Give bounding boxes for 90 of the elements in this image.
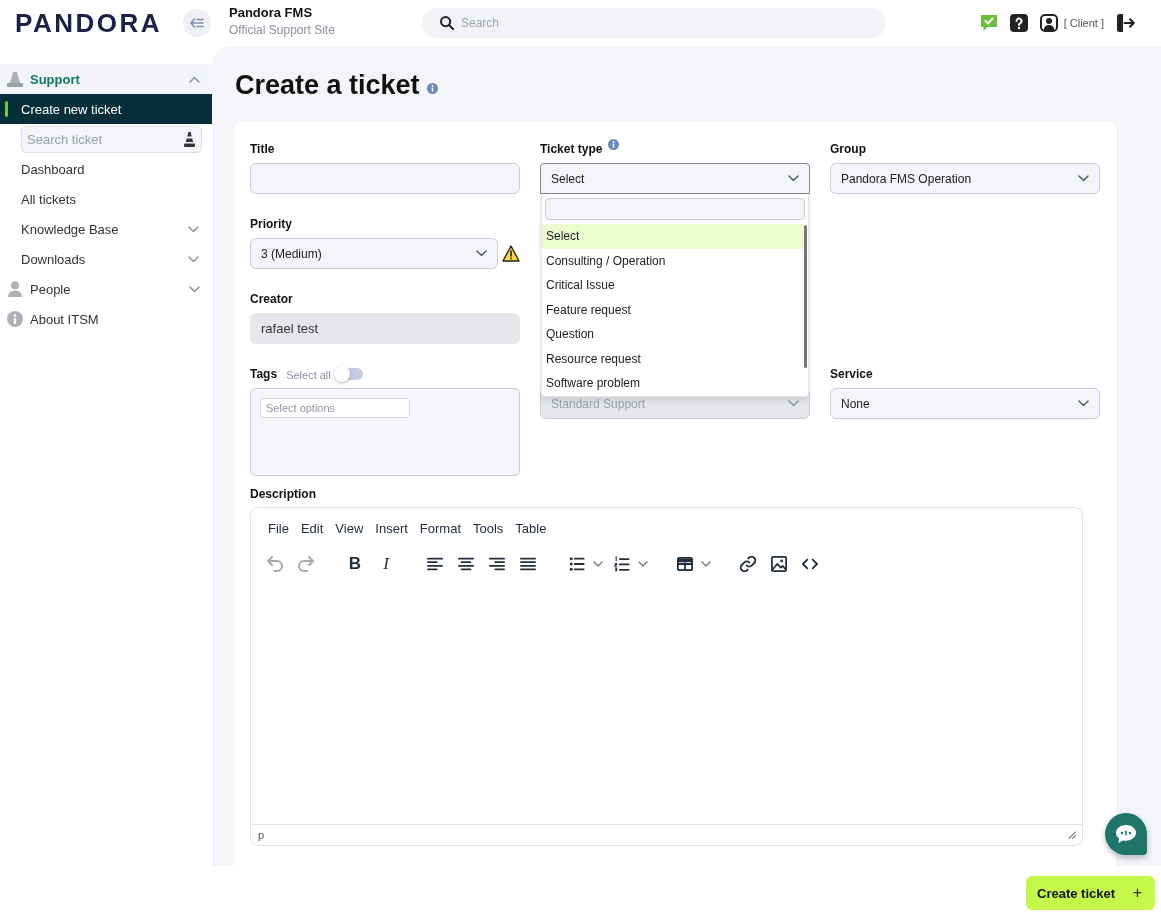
caret-icon	[701, 561, 711, 567]
info-icon[interactable]	[608, 139, 620, 150]
justify-icon	[520, 556, 536, 572]
person-icon	[7, 281, 23, 297]
align-left-icon	[427, 556, 443, 572]
caret-icon	[638, 561, 648, 567]
align-center-icon	[458, 556, 474, 572]
select-field[interactable]: Select	[540, 163, 810, 194]
code-icon	[802, 556, 818, 572]
help-icon[interactable]	[1009, 14, 1028, 32]
site-subtitle: Official Support Site	[229, 22, 335, 39]
dropdown-option[interactable]: Critical Issue	[542, 273, 804, 298]
field-label: Tags	[250, 366, 278, 381]
info-icon[interactable]	[426, 82, 438, 94]
field-label: Group	[830, 141, 866, 156]
chevron-icon	[476, 250, 487, 257]
cone-icon	[7, 71, 23, 87]
link-icon	[740, 556, 756, 572]
dropdown-option[interactable]: Feature request	[542, 297, 804, 322]
field-label: Service	[830, 366, 873, 381]
chevron-icon	[1078, 400, 1089, 407]
scrollbar-thumb[interactable]	[804, 225, 807, 368]
field-label: Description	[250, 486, 316, 501]
menu-item[interactable]: Tools	[467, 517, 510, 539]
collapse-sidebar-button[interactable]	[183, 9, 211, 37]
dropdown-option[interactable]: Question	[542, 322, 804, 347]
search-ticket-bar[interactable]: Search ticket	[21, 125, 202, 153]
align-right-icon	[489, 556, 505, 572]
resize-handle-icon[interactable]	[1068, 831, 1076, 839]
menu-item[interactable]: Table	[509, 517, 553, 539]
bullet-list-icon	[569, 556, 585, 572]
dropdown-search-field[interactable]	[545, 198, 805, 220]
menu-item[interactable]: File	[262, 517, 295, 539]
chat-button[interactable]	[1105, 813, 1147, 855]
user-icon[interactable]	[1039, 14, 1058, 32]
sidebar-section[interactable]: About ITSM	[0, 304, 212, 334]
field-label: Priority	[250, 216, 292, 231]
menu-item[interactable]: Insert	[369, 517, 414, 539]
caret-icon	[593, 561, 603, 567]
logo: PANDORA	[15, 8, 163, 38]
sidebar-item[interactable]: Knowledge Base	[0, 214, 212, 244]
search-ticket-input[interactable]: Search ticket	[27, 131, 184, 147]
create-ticket-button[interactable]: Create ticket +	[1026, 876, 1155, 910]
sidebar-section[interactable]: People	[0, 274, 212, 304]
field-label: Creator	[250, 291, 293, 306]
text-field[interactable]	[250, 163, 520, 194]
chat-bubble-icon	[1116, 825, 1136, 843]
sidebar-item[interactable]: All tickets	[0, 184, 212, 214]
account-role-link[interactable]: [ Client ]	[1063, 17, 1104, 29]
dropdown-option[interactable]: Resource request	[542, 346, 804, 371]
select-field[interactable]: Pandora FMS Operation	[830, 163, 1100, 194]
italic-button[interactable]: I	[371, 549, 401, 579]
menu-item[interactable]: Edit	[294, 517, 330, 539]
sidebar-item[interactable]: Create new ticket	[0, 94, 212, 124]
chevron-icon	[788, 175, 799, 182]
search-input[interactable]: Search	[461, 16, 661, 30]
select-all-label: Select all	[286, 369, 331, 381]
cone-icon	[184, 131, 195, 147]
select-field[interactable]: None	[830, 388, 1100, 419]
collapse-icon	[190, 18, 204, 28]
sidebar-section[interactable]: Support	[0, 64, 212, 94]
menu-item[interactable]: View	[329, 517, 370, 539]
message-check-icon[interactable]	[979, 14, 998, 32]
tags-field[interactable]: Select options	[250, 388, 520, 476]
field-label: Ticket type	[540, 141, 603, 156]
search-icon	[440, 16, 454, 30]
image-icon	[771, 556, 787, 572]
chevron-icon	[788, 400, 799, 407]
toggle-switch[interactable]	[333, 365, 363, 382]
page-title: Create a ticket	[235, 69, 420, 102]
dropdown-option[interactable]: Select	[542, 224, 804, 249]
search-bar[interactable]: Search	[422, 8, 886, 38]
selection-bar	[5, 101, 8, 117]
bold-button[interactable]: B	[340, 549, 370, 579]
undo-icon	[267, 556, 283, 572]
info-icon	[7, 311, 23, 327]
menu-item[interactable]: Format	[413, 517, 467, 539]
chevron-icon	[1078, 175, 1089, 182]
select-field[interactable]: 3 (Medium)	[250, 238, 498, 269]
element-path[interactable]: p	[258, 829, 265, 841]
sidebar-item[interactable]: Downloads	[0, 244, 212, 274]
redo-icon	[298, 556, 314, 572]
sidebar-item[interactable]: Dashboard	[0, 154, 212, 184]
field-label: Title	[250, 141, 275, 156]
dropdown-option[interactable]: Consulting / Operation	[542, 248, 804, 273]
numbered-list-icon	[614, 556, 630, 572]
logout-icon[interactable]	[1116, 14, 1135, 32]
site-title: Pandora FMS	[229, 4, 313, 22]
select-options-field[interactable]: Select options	[260, 398, 410, 418]
table-icon	[677, 556, 693, 572]
